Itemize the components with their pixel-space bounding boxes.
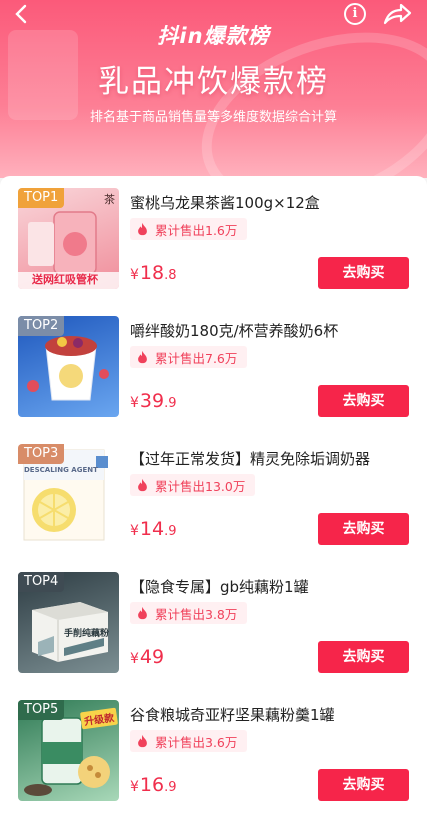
buy-button[interactable]: 去购买 [318,257,409,289]
sold-count: 累计售出3.8万 [155,606,238,622]
buy-button[interactable]: 去购买 [318,641,409,673]
price: ¥49 [130,646,164,668]
buy-button[interactable]: 去购买 [318,769,409,801]
currency-symbol: ¥ [130,395,139,411]
rank-badge: TOP3 [18,444,65,464]
page-title: 乳品冲饮爆款榜 [98,64,329,100]
thumb-label: DESCALING AGENT [24,466,98,474]
product-list: TOP1 茶 送网红吸管杯 蜜桃乌龙果茶酱100g×12盒 累计售出1.6万 ¥… [0,176,427,827]
currency-symbol: ¥ [130,651,139,667]
list-item[interactable]: TOP4 手削纯藕粉 【隐食专属】gb纯藕粉1罐 累计售出3.8万 ¥49 去购… [0,560,427,688]
price: ¥14.9 [130,518,177,540]
list-item[interactable]: TOP1 茶 送网红吸管杯 蜜桃乌龙果茶酱100g×12盒 累计售出1.6万 ¥… [0,176,427,304]
rank-badge: TOP1 [18,188,65,208]
douyin-hot-list-logo: 抖in爆款榜 [157,24,270,48]
price-decimal: .9 [164,524,177,539]
sold-badge: 累计售出13.0万 [130,474,256,496]
rank-badge: TOP5 [18,700,65,720]
price: ¥16.9 [130,774,177,796]
product-thumbnail[interactable]: TOP3 DESCALING AGENT [18,444,119,545]
product-name[interactable]: 蜜桃乌龙果茶酱100g×12盒 [130,192,320,213]
currency-symbol: ¥ [130,523,139,539]
price-decimal: .8 [164,268,177,283]
price-decimal: .9 [164,780,177,795]
thumb-label: 手削纯藕粉 [64,629,110,639]
thumb-tag: 茶 [104,193,115,206]
banner-header: i 抖in爆款榜 乳品冲饮爆款榜 排名基于商品销售量等多维度数据综合计算 [0,0,427,178]
sold-count: 累计售出3.6万 [155,734,238,750]
price-integer: 14 [139,518,165,540]
price: ¥39.9 [130,390,177,412]
product-name[interactable]: 谷食粮城奇亚籽坚果藕粉羹1罐 [130,704,335,725]
rank-badge: TOP4 [18,572,65,592]
price-decimal: .9 [164,396,177,411]
sold-badge: 累计售出1.6万 [130,218,248,240]
price-integer: 39 [139,390,165,412]
price-integer: 16 [139,774,165,796]
flame-icon [138,222,147,236]
price-integer: 18 [139,262,165,284]
list-item[interactable]: TOP3 DESCALING AGENT 【过年正常发货】精灵免除垢调奶器 累计… [0,432,427,560]
sold-count: 累计售出13.0万 [155,478,246,494]
product-thumbnail[interactable]: TOP5 升级款 [18,700,119,801]
list-item[interactable]: TOP2 嚼绊酸奶180克/杯营养酸奶6杯 累计售出7.6万 ¥39.9 去购买 [0,304,427,432]
sold-count: 累计售出1.6万 [155,222,238,238]
flame-icon [138,350,147,364]
sold-badge: 累计售出3.8万 [130,602,248,624]
flame-icon [138,478,147,492]
product-name[interactable]: 嚼绊酸奶180克/杯营养酸奶6杯 [130,320,338,341]
sold-count: 累计售出7.6万 [155,350,238,366]
sold-badge: 累计售出7.6万 [130,346,248,368]
list-item[interactable]: TOP5 升级款 谷食粮城奇亚籽坚果藕粉羹1罐 累计售出3.6万 ¥16.9 去… [0,688,427,816]
price-integer: 49 [139,646,165,668]
currency-symbol: ¥ [130,267,139,283]
buy-button[interactable]: 去购买 [318,385,409,417]
product-name[interactable]: 【隐食专属】gb纯藕粉1罐 [130,576,309,597]
thumb-promo-text: 送网红吸管杯 [32,273,98,286]
flame-icon [138,734,147,748]
flame-icon [138,606,147,620]
product-name[interactable]: 【过年正常发货】精灵免除垢调奶器 [130,448,370,469]
buy-button[interactable]: 去购买 [318,513,409,545]
rank-badge: TOP2 [18,316,65,336]
sold-badge: 累计售出3.6万 [130,730,248,752]
price: ¥18.8 [130,262,177,284]
product-thumbnail[interactable]: TOP1 茶 送网红吸管杯 [18,188,119,289]
product-thumbnail[interactable]: TOP2 [18,316,119,417]
page-subtitle: 排名基于商品销售量等多维度数据综合计算 [89,110,337,125]
product-thumbnail[interactable]: TOP4 手削纯藕粉 [18,572,119,673]
currency-symbol: ¥ [130,779,139,795]
